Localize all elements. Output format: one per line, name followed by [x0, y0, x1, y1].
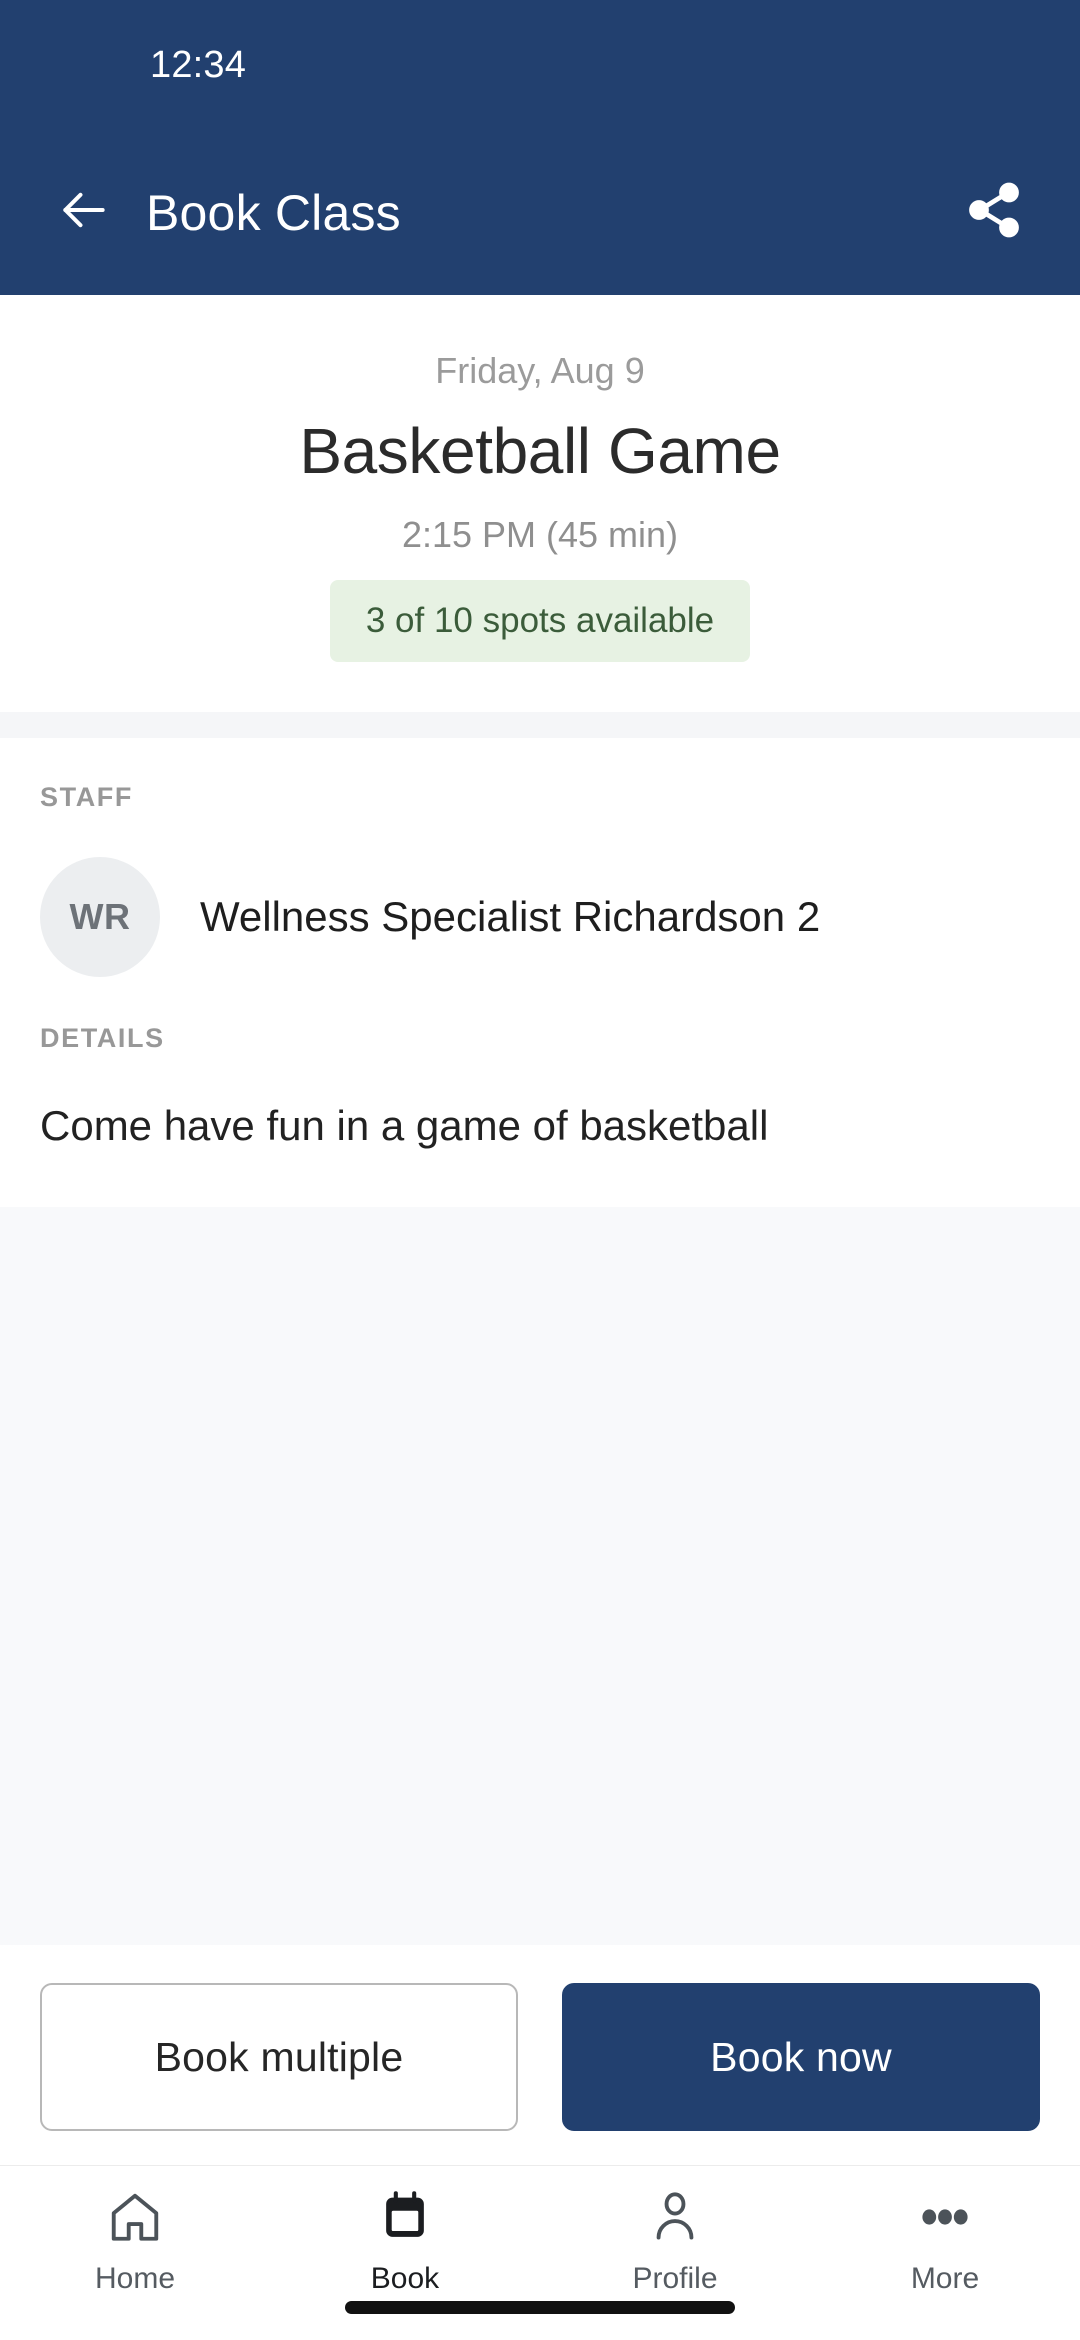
details-section-label: DETAILS — [40, 1023, 165, 1053]
more-dots-icon — [916, 2184, 974, 2250]
book-now-button[interactable]: Book now — [562, 1983, 1040, 2131]
class-summary-card: Friday, Aug 9 Basketball Game 2:15 PM (4… — [0, 295, 1080, 712]
app-bar: 12:34 Book Class — [0, 0, 1080, 295]
nav-item-book[interactable]: Book — [270, 2184, 540, 2296]
nav-item-more[interactable]: More — [810, 2184, 1080, 2296]
nav-label-profile: Profile — [632, 2262, 718, 2295]
back-button[interactable] — [48, 177, 120, 249]
class-name: Basketball Game — [299, 415, 781, 487]
class-date: Friday, Aug 9 — [435, 350, 645, 391]
home-indicator — [345, 2301, 735, 2314]
nav-label-home: Home — [94, 2262, 176, 2295]
nav-item-profile[interactable]: Profile — [540, 2184, 810, 2296]
arrow-left-icon — [56, 182, 112, 243]
avatar: WR — [40, 857, 160, 977]
class-time-duration: 2:15 PM (45 min) — [401, 514, 679, 555]
nav-label-book: Book — [370, 2262, 440, 2295]
home-icon — [106, 2184, 164, 2250]
staff-section-label: STAFF — [40, 782, 133, 812]
action-bar: Book multiple Book now — [0, 1945, 1080, 2165]
share-icon — [964, 180, 1024, 245]
status-bar-clock: 12:34 — [150, 43, 247, 86]
book-multiple-button[interactable]: Book multiple — [40, 1983, 518, 2131]
spots-available-badge: 3 of 10 spots available — [329, 580, 751, 662]
staff-list-item[interactable]: WR Wellness Specialist Richardson 2 — [40, 857, 1040, 977]
status-bar: 12:34 — [0, 0, 1080, 130]
staff-name: Wellness Specialist Richardson 2 — [200, 893, 821, 940]
share-button[interactable] — [956, 175, 1032, 251]
content-filler — [0, 1206, 1080, 1945]
calendar-icon — [376, 2184, 434, 2250]
nav-label-more: More — [910, 2262, 980, 2295]
person-icon — [646, 2184, 704, 2250]
nav-item-home[interactable]: Home — [0, 2184, 270, 2296]
page-title: Book Class — [146, 184, 401, 241]
app-screen: 12:34 Book Class Friday, Aug 9 Basketbal… — [0, 0, 1080, 2340]
app-bar-row: Book Class — [0, 130, 1080, 295]
details-description: Come have fun in a game of basketball — [40, 1102, 769, 1149]
info-section: STAFF WR Wellness Specialist Richardson … — [0, 738, 1080, 1207]
section-divider — [0, 712, 1080, 738]
